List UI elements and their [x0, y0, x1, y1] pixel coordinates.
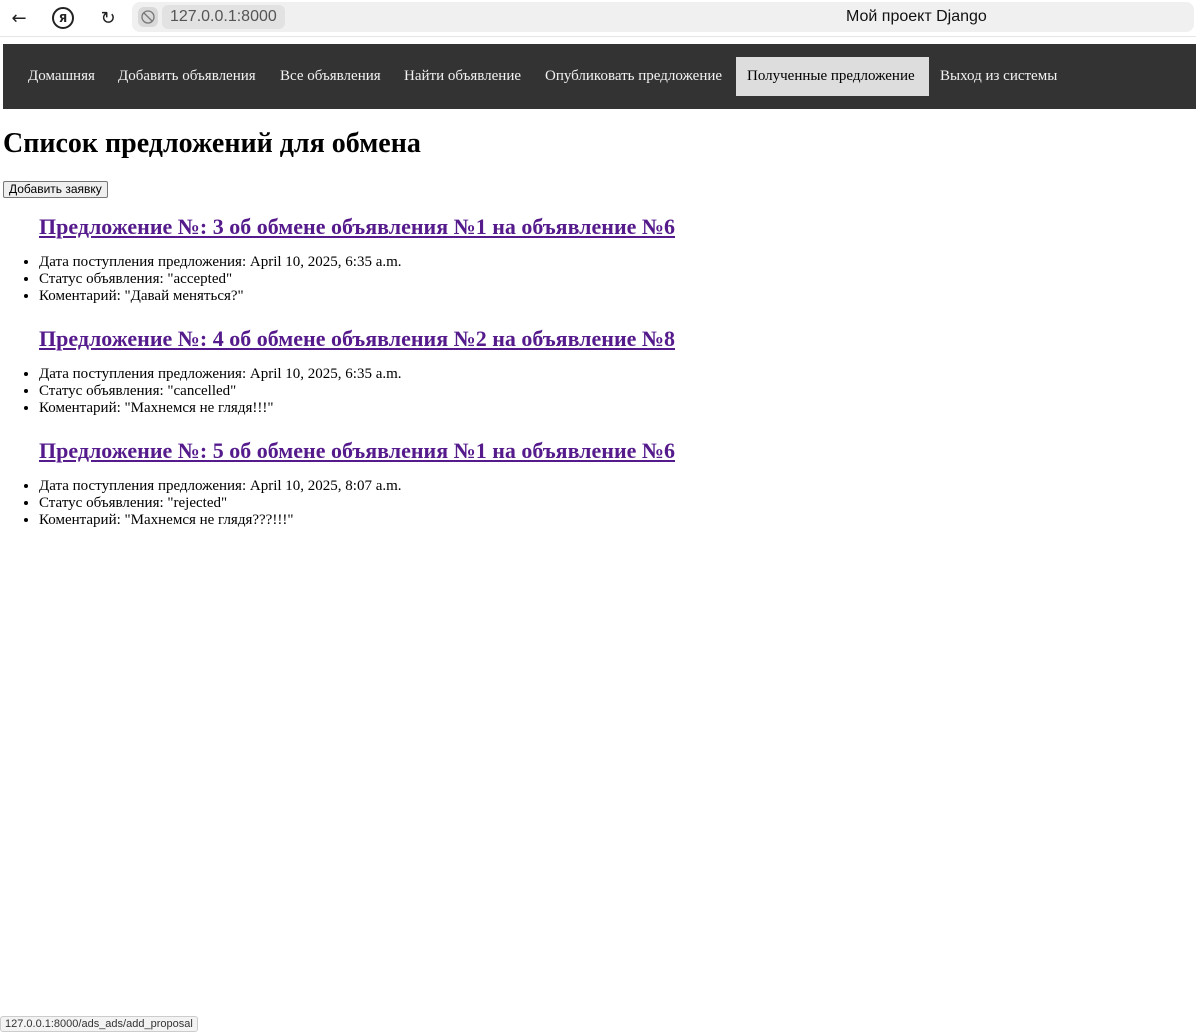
- proposal-details: Дата поступления предложения: April 10, …: [39, 254, 402, 305]
- proposal-comment: Коментарий: "Махнемся не глядя???!!!": [39, 512, 402, 529]
- back-arrow-icon[interactable]: ←: [6, 5, 32, 31]
- proposal-link[interactable]: Предложение №: 5 об обмене объявления №1…: [39, 438, 675, 463]
- proposal-heading: Предложение №: 4 об обмене объявления №2…: [39, 326, 675, 352]
- proposal-comment: Коментарий: "Давай меняться?": [39, 288, 402, 305]
- proposal-date: Дата поступления предложения: April 10, …: [39, 254, 402, 271]
- proposal-status: Статус объявления: "rejected": [39, 495, 402, 512]
- nav-item-add-ads[interactable]: Добавить объявления: [107, 57, 267, 96]
- proposal-status: Статус объявления: "cancelled": [39, 383, 402, 400]
- link-status-url: 127.0.0.1:8000/ads_ads/add_proposal: [0, 1016, 198, 1032]
- url-text[interactable]: 127.0.0.1:8000: [162, 5, 285, 29]
- nav-item-received-proposals[interactable]: Полученные предложение: [736, 57, 929, 96]
- nav-item-publish-proposal[interactable]: Опубликовать предложение: [534, 57, 733, 96]
- proposal-details: Дата поступления предложения: April 10, …: [39, 366, 402, 417]
- nav-item-find-ad[interactable]: Найти объявление: [393, 57, 532, 96]
- proposal-comment: Коментарий: "Махнемся не глядя!!!": [39, 400, 402, 417]
- proposal-link[interactable]: Предложение №: 3 об обмене объявления №1…: [39, 214, 675, 239]
- page-title: Список предложений для обмена: [3, 128, 421, 159]
- reload-icon[interactable]: ↻: [95, 5, 121, 31]
- yandex-logo-icon[interactable]: Я: [50, 5, 76, 31]
- proposal-date: Дата поступления предложения: April 10, …: [39, 366, 402, 383]
- nav-item-logout[interactable]: Выход из системы: [929, 57, 1068, 96]
- address-bar[interactable]: 127.0.0.1:8000 Мой проект Django: [132, 2, 1194, 32]
- add-request-button[interactable]: Добавить заявку: [3, 181, 108, 198]
- nav-item-home[interactable]: Домашняя: [17, 57, 106, 96]
- site-info-icon[interactable]: [138, 7, 158, 27]
- proposal-date: Дата поступления предложения: April 10, …: [39, 478, 402, 495]
- proposal-link[interactable]: Предложение №: 4 об обмене объявления №2…: [39, 326, 675, 351]
- proposal-heading: Предложение №: 3 об обмене объявления №1…: [39, 214, 675, 240]
- tab-title: Мой проект Django: [846, 8, 987, 25]
- proposal-details: Дата поступления предложения: April 10, …: [39, 478, 402, 529]
- browser-toolbar: ← Я ↻ 127.0.0.1:8000 Мой проект Django: [0, 0, 1196, 37]
- nav-item-all-ads[interactable]: Все объявления: [269, 57, 392, 96]
- proposal-status: Статус объявления: "accepted": [39, 271, 402, 288]
- proposal-heading: Предложение №: 5 об обмене объявления №1…: [39, 438, 675, 464]
- site-navbar: Домашняя Добавить объявления Все объявле…: [3, 44, 1196, 109]
